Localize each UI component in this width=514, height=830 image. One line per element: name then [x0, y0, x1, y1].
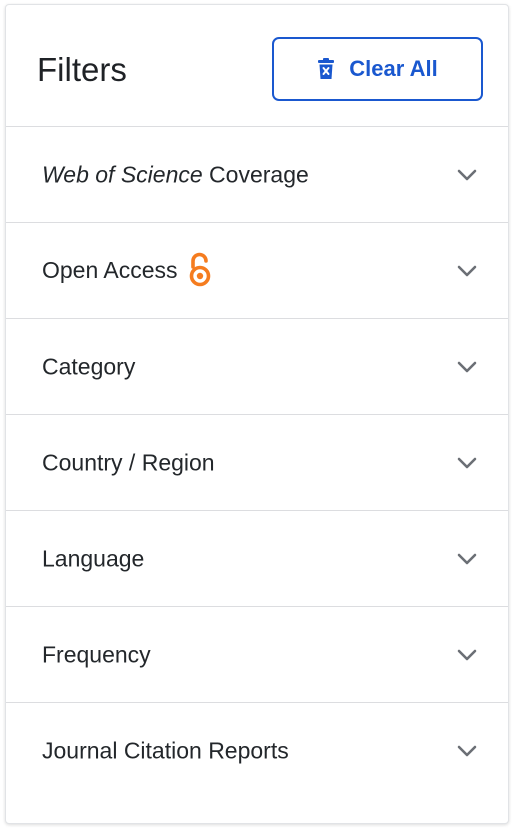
filter-row-category[interactable]: Category — [6, 319, 508, 415]
filter-row-wos-coverage[interactable]: Web of Science Coverage — [6, 127, 508, 223]
filter-row-language[interactable]: Language — [6, 511, 508, 607]
chevron-down-icon[interactable] — [456, 648, 478, 662]
chevron-down-icon[interactable] — [456, 168, 478, 182]
filter-label-category: Category — [42, 353, 136, 379]
filter-label-open-access: Open Access — [42, 252, 212, 288]
filter-label-jcr: Journal Citation Reports — [42, 737, 289, 763]
clear-all-button[interactable]: Clear All — [272, 37, 483, 101]
filter-label-wos-coverage: Web of Science Coverage — [42, 161, 309, 188]
filter-row-frequency[interactable]: Frequency — [6, 607, 508, 703]
filters-panel: Filters Clear All Web of Science Coverag… — [5, 4, 509, 824]
filter-label-country-region: Country / Region — [42, 449, 215, 475]
filter-row-country-region[interactable]: Country / Region — [6, 415, 508, 511]
filter-label-rest: Coverage — [202, 161, 309, 187]
open-access-icon — [188, 252, 212, 288]
chevron-down-icon[interactable] — [456, 552, 478, 566]
trash-icon — [317, 58, 335, 80]
filter-label-language: Language — [42, 545, 145, 571]
chevron-down-icon[interactable] — [456, 456, 478, 470]
filter-label-italic: Web of Science — [42, 161, 203, 187]
filter-row-jcr[interactable]: Journal Citation Reports — [6, 703, 508, 798]
filters-header: Filters Clear All — [6, 5, 508, 127]
filters-title: Filters — [37, 51, 127, 88]
chevron-down-icon[interactable] — [456, 360, 478, 374]
filter-row-open-access[interactable]: Open Access — [6, 223, 508, 319]
filter-label-frequency: Frequency — [42, 641, 151, 667]
filter-label-text: Open Access — [42, 257, 178, 283]
chevron-down-icon[interactable] — [456, 264, 478, 278]
chevron-down-icon[interactable] — [456, 744, 478, 758]
clear-all-label: Clear All — [349, 56, 438, 81]
